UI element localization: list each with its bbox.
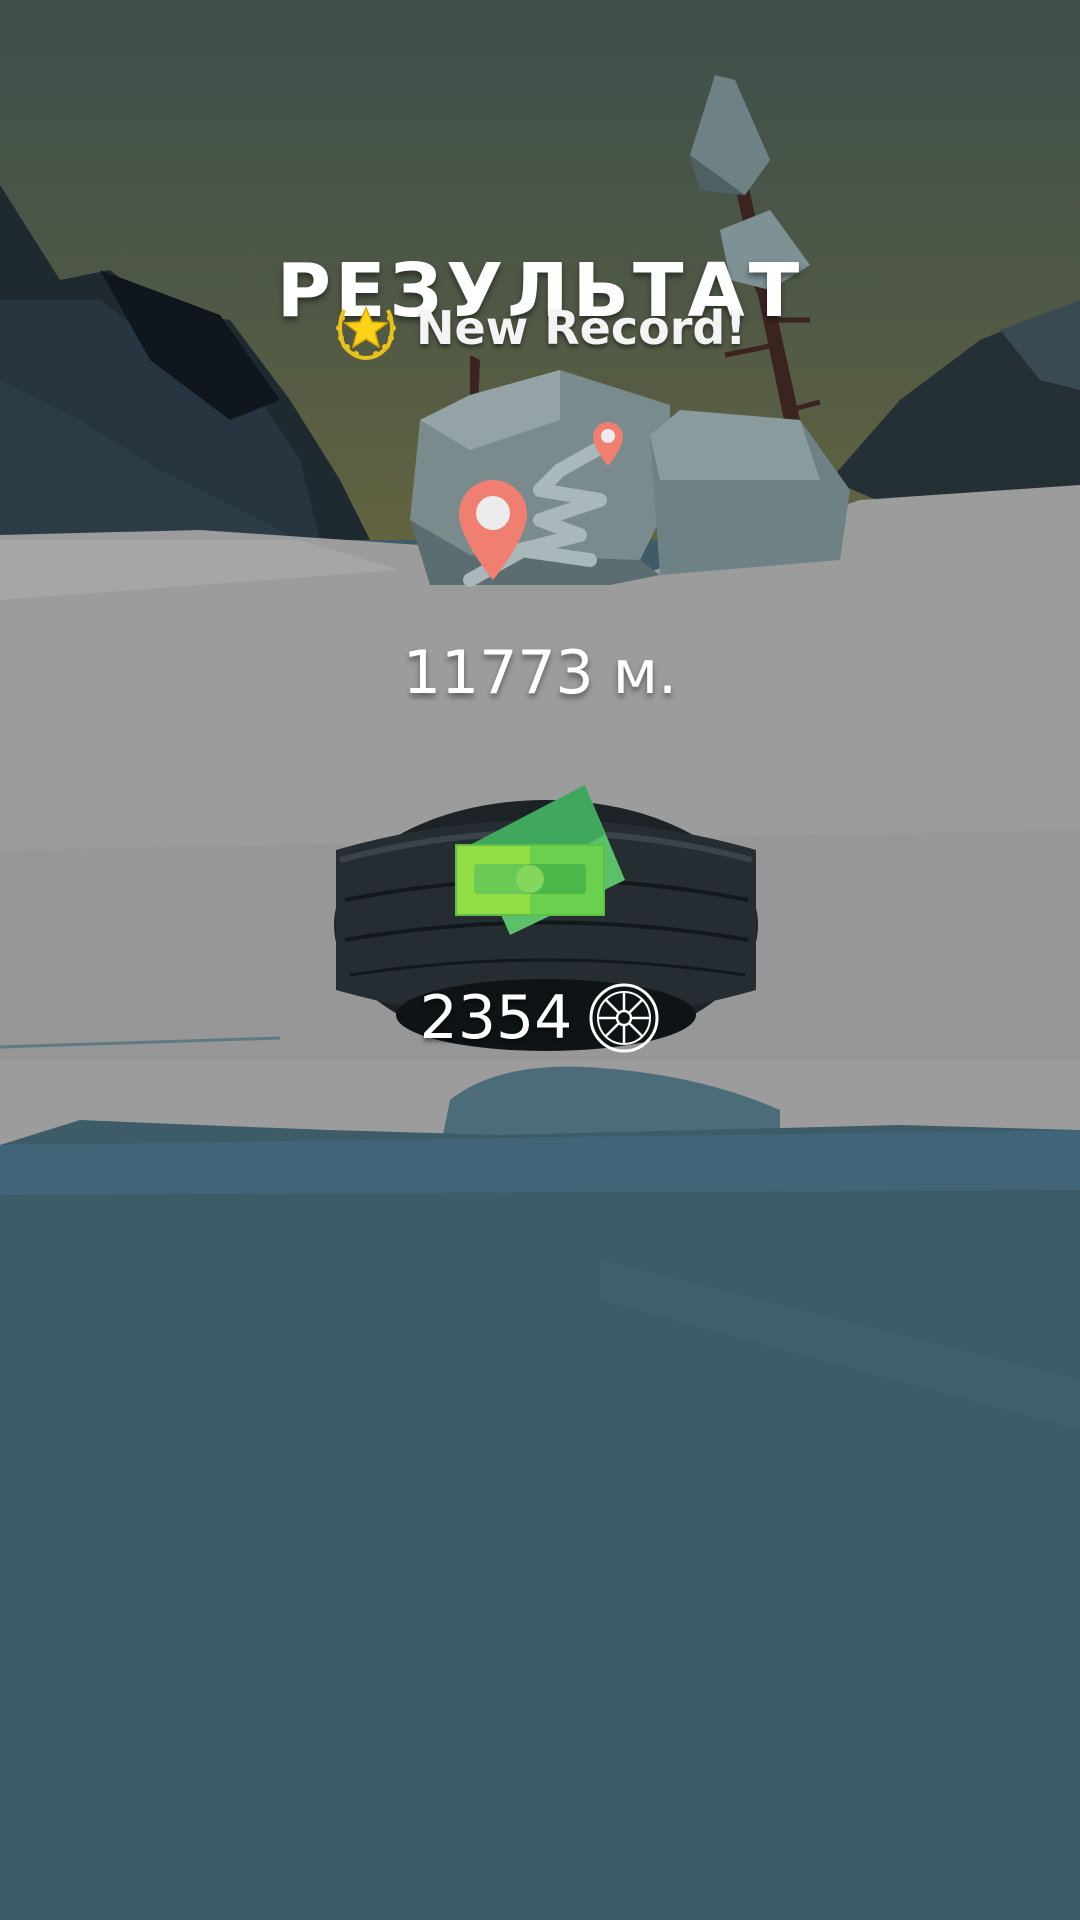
new-record-badge: New Record! (330, 292, 750, 364)
coins-earned: 2354 (0, 978, 1080, 1058)
distance-readout: 11773 м. (0, 638, 1080, 708)
distance-value: 11773 (402, 638, 594, 708)
laurel-star-icon (336, 306, 396, 360)
new-record-label: New Record! (416, 301, 747, 355)
distance-unit: м. (612, 638, 678, 708)
wheel-coin-icon (589, 983, 659, 1053)
coins-value: 2354 (419, 983, 573, 1053)
